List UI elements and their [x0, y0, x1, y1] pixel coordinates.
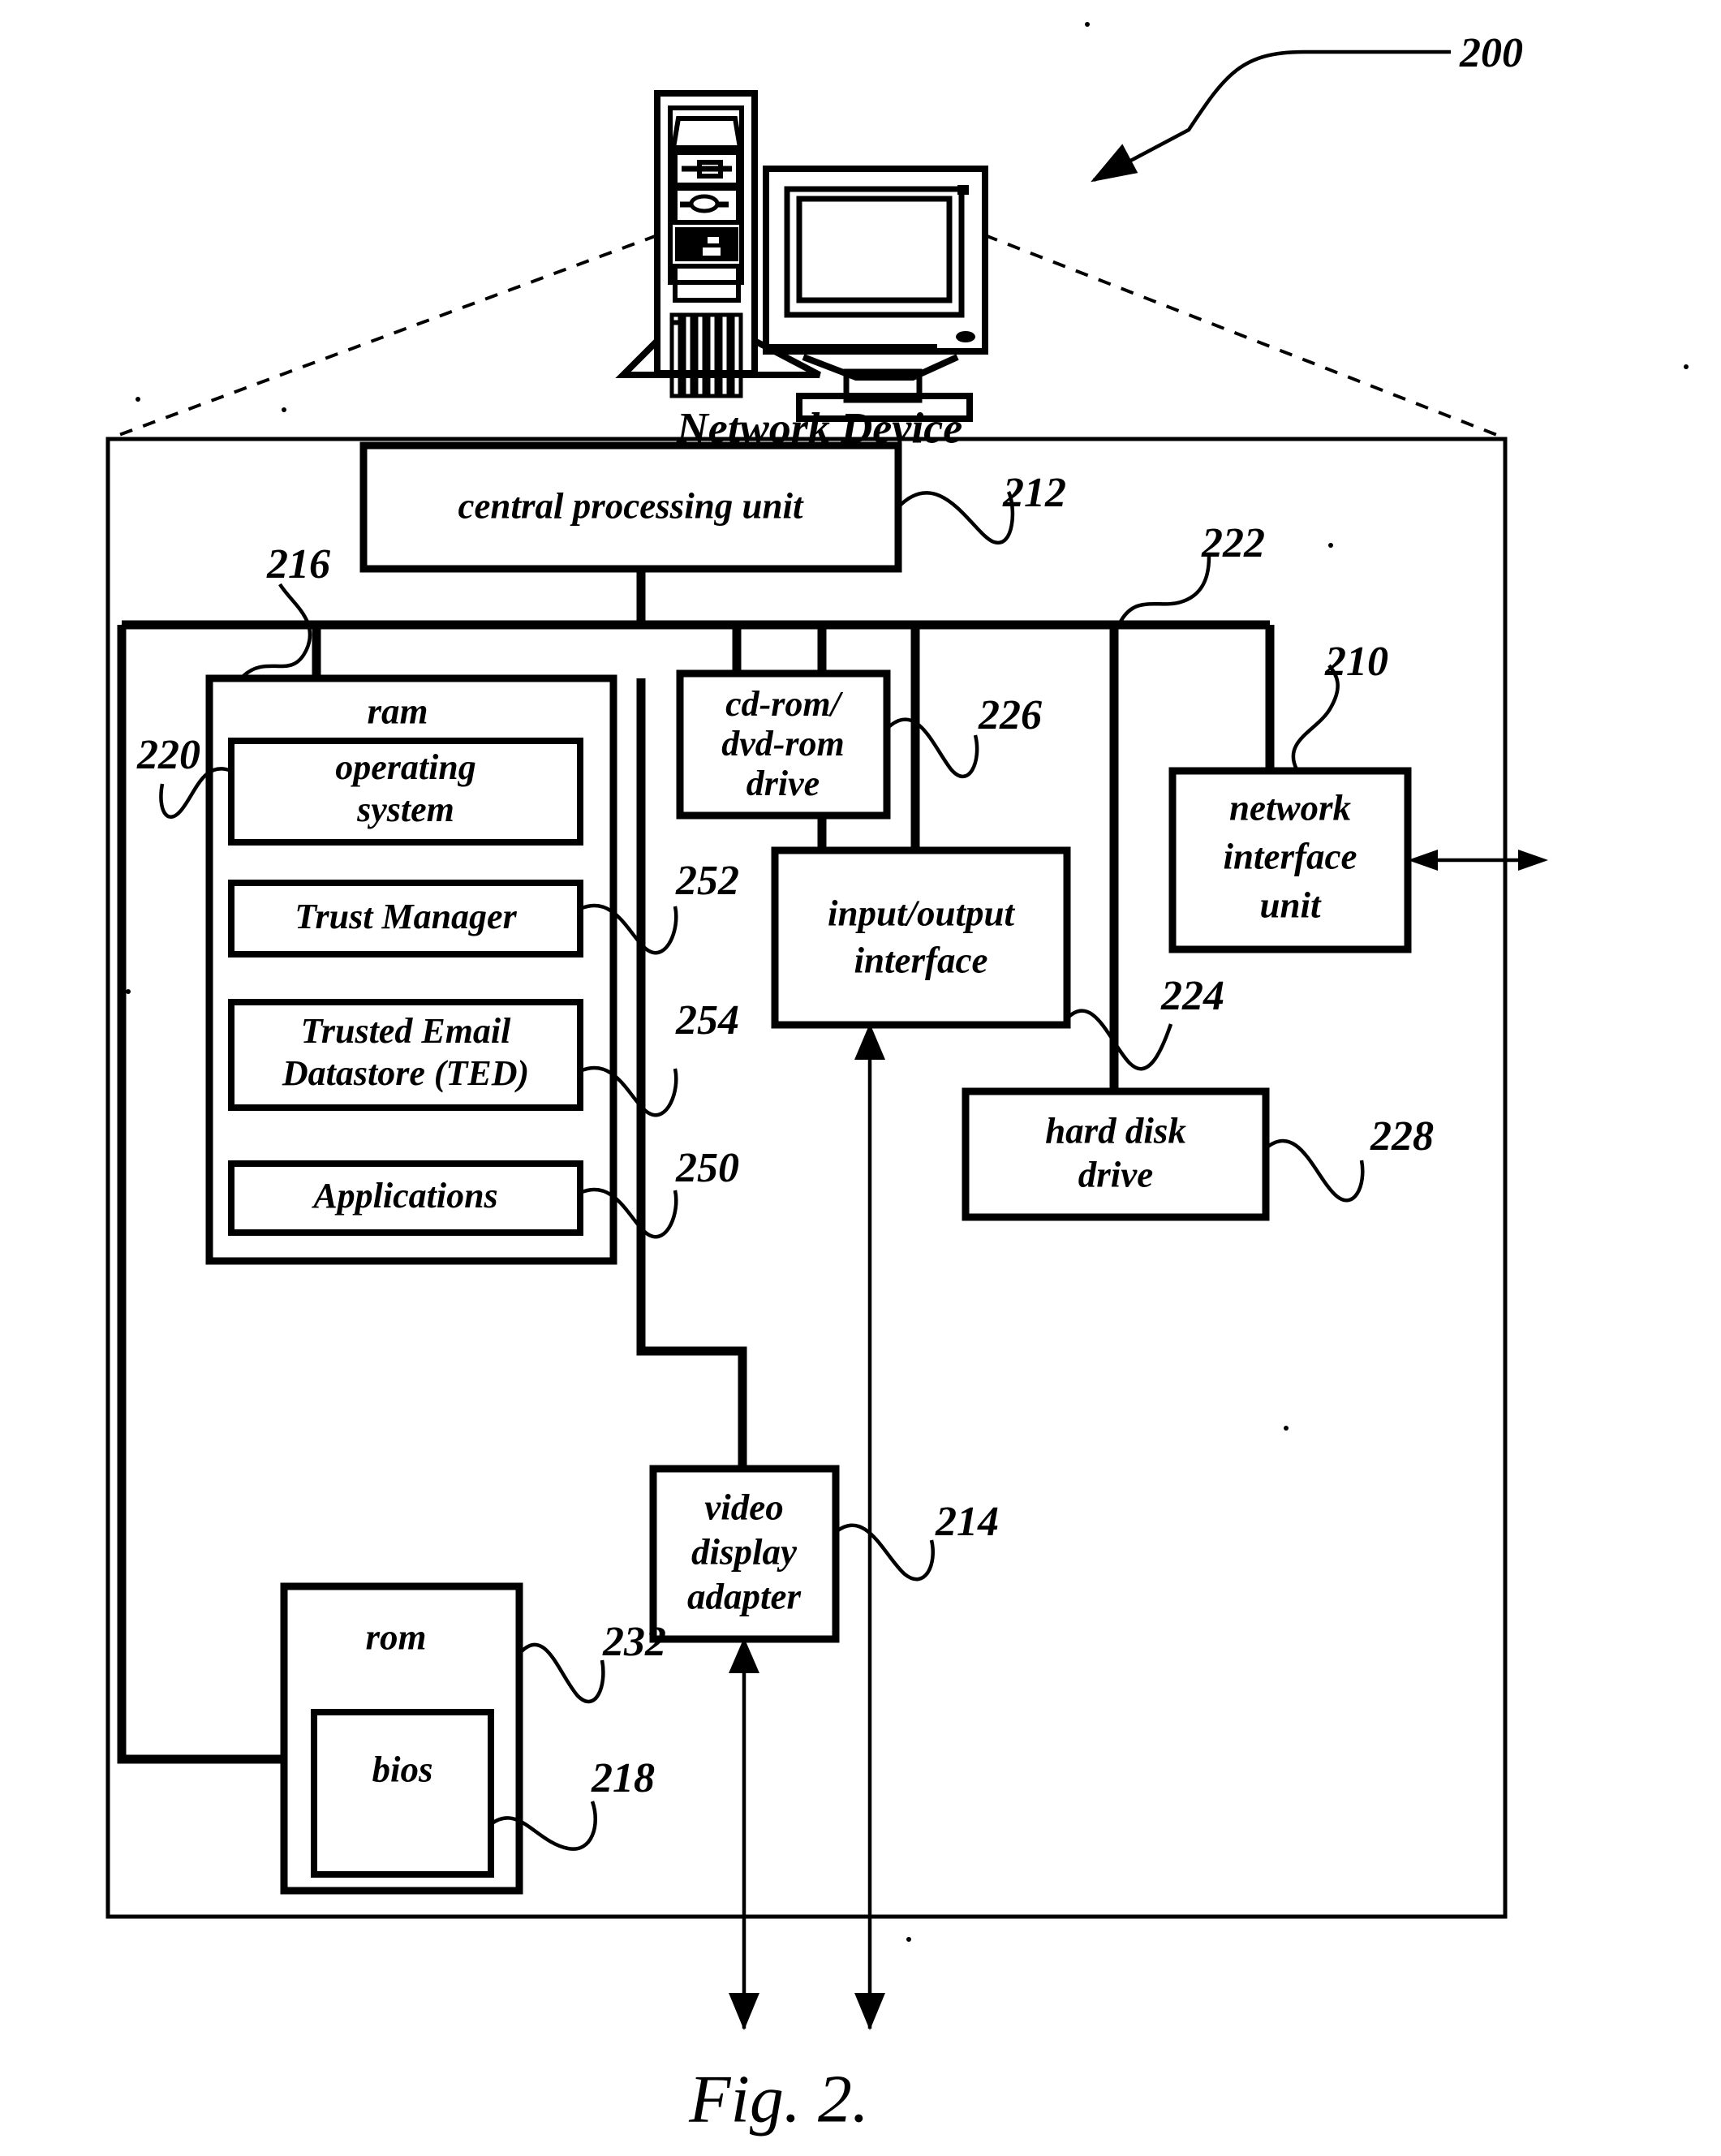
- block-network-interface-unit[interactable]: network interface unit: [1168, 767, 1412, 953]
- network-link-arrow: [1408, 850, 1548, 871]
- ref-224: 224: [1160, 973, 1224, 1019]
- block-cpu[interactable]: central processing unit: [359, 441, 902, 573]
- ref-leader-224: [1065, 1009, 1173, 1071]
- cdrom-label-line3: drive: [746, 764, 820, 803]
- hdd-label-line1: hard disk: [1045, 1110, 1186, 1151]
- block-ted[interactable]: Trusted Email Datastore (TED): [228, 999, 583, 1111]
- trust-manager-label: Trust Manager: [295, 897, 517, 936]
- ref-228: 228: [1370, 1113, 1434, 1160]
- patent-figure-2: 200 Network Device central processing un…: [0, 0, 1721, 2156]
- io-label-line1: input/output: [828, 893, 1016, 933]
- ref-218: 218: [591, 1755, 655, 1801]
- system-ref-leader: [1091, 49, 1451, 183]
- ref-leader-222: [1117, 556, 1211, 625]
- ref-254: 254: [675, 997, 739, 1044]
- network-device-illustration: [615, 90, 988, 422]
- block-io-interface[interactable]: input/output interface: [771, 846, 1071, 1029]
- ref-212: 212: [1002, 470, 1066, 516]
- hdd-label-line2: drive: [1078, 1154, 1153, 1194]
- ted-label-line1: Trusted Email: [301, 1011, 512, 1051]
- block-video-display-adapter[interactable]: video display adapter: [649, 1465, 840, 1643]
- cdrom-label-line1: cd-rom/: [725, 684, 844, 724]
- vda-label-line2: display: [691, 1531, 798, 1572]
- figure-caption: Fig. 2.: [688, 2061, 869, 2137]
- ted-label-line2: Datastore (TED): [282, 1053, 529, 1093]
- ref-leader-212: [897, 491, 1015, 544]
- block-bios[interactable]: bios: [311, 1709, 494, 1878]
- ref-leader-232: [518, 1642, 605, 1704]
- block-applications[interactable]: Applications: [228, 1160, 583, 1236]
- ref-leader-214: [834, 1523, 935, 1581]
- video-output-arrow: [729, 1637, 759, 2030]
- ref-226: 226: [978, 692, 1042, 738]
- ref-250: 250: [675, 1145, 739, 1191]
- bios-label: bios: [372, 1749, 432, 1789]
- ref-216: 216: [266, 541, 330, 587]
- ref-leader-228: [1264, 1138, 1365, 1203]
- io-label-line2: interface: [854, 940, 988, 980]
- ref-210: 210: [1324, 639, 1388, 685]
- block-operating-system[interactable]: operating system: [228, 738, 583, 846]
- applications-label: Applications: [311, 1176, 497, 1216]
- ref-220: 220: [136, 732, 200, 778]
- ref-214: 214: [935, 1499, 999, 1545]
- operating-system-label-line2: system: [356, 790, 454, 829]
- cdrom-label-line2: dvd-rom: [721, 724, 845, 764]
- vda-label-line1: video: [704, 1487, 783, 1527]
- operating-system-label-line1: operating: [335, 747, 476, 787]
- ref-leader-216: [242, 583, 312, 678]
- nic-label-line3: unit: [1259, 884, 1322, 925]
- nic-label-line1: network: [1229, 787, 1352, 828]
- rom-label: rom: [365, 1616, 426, 1657]
- ref-232: 232: [602, 1619, 666, 1665]
- ref-leader-226: [885, 717, 979, 779]
- ram-label: ram: [367, 691, 428, 731]
- block-trust-manager[interactable]: Trust Manager: [228, 880, 583, 958]
- vda-label-line3: adapter: [687, 1576, 801, 1616]
- cpu-label: central processing unit: [458, 485, 804, 526]
- system-ref-200: 200: [1459, 30, 1523, 76]
- block-cdrom-drive[interactable]: cd-rom/ dvd-rom drive: [676, 669, 891, 820]
- nic-label-line2: interface: [1224, 836, 1357, 876]
- ref-222: 222: [1201, 520, 1265, 566]
- ref-252: 252: [675, 858, 739, 904]
- block-hard-disk-drive[interactable]: hard disk drive: [962, 1087, 1270, 1221]
